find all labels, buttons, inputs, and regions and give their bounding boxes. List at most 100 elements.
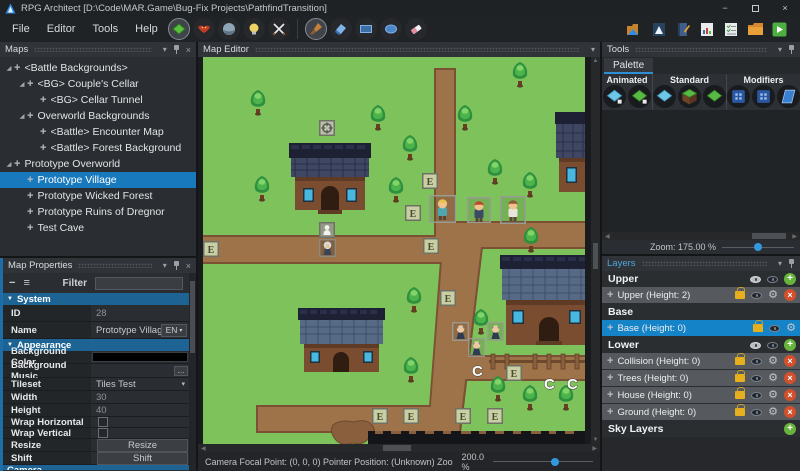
name-value[interactable]: Prototype Village EN▾ (91, 322, 189, 338)
lock-icon[interactable] (735, 357, 745, 365)
world-tool-button[interactable] (218, 18, 240, 40)
npc-event-marker[interactable] (319, 222, 335, 238)
brush-tool-button[interactable] (305, 18, 327, 40)
gear-icon[interactable]: ⚙ (768, 407, 778, 418)
rectangle-tool-button[interactable] (355, 18, 377, 40)
tree-expander-icon[interactable]: ◢ (4, 160, 14, 168)
close-icon[interactable]: × (186, 45, 191, 55)
add-layer-button[interactable]: + (784, 423, 796, 435)
layer-row-trees[interactable]: +Trees (Height: 0)⚙× (602, 370, 800, 386)
close-icon[interactable]: × (186, 261, 191, 271)
id-value[interactable]: 28 (91, 305, 189, 321)
tree-expander-icon[interactable]: ◢ (17, 112, 27, 120)
gear-icon[interactable]: ⚙ (768, 373, 778, 384)
menu-help[interactable]: Help (127, 20, 166, 38)
event-marker[interactable]: E (487, 408, 503, 424)
save-project-button[interactable] (650, 21, 668, 37)
fill-tool-button[interactable] (330, 18, 352, 40)
add-layer-button[interactable]: + (784, 273, 796, 285)
chevron-down-icon[interactable]: ▾ (591, 45, 595, 54)
delete-layer-icon[interactable]: × (784, 389, 796, 401)
open-project-button[interactable] (626, 21, 644, 37)
palette-scrollbar[interactable]: ◀▶ (602, 232, 800, 240)
maps-tree-item[interactable]: ◢+<BG> Couple's Cellar (0, 76, 196, 92)
eye-icon[interactable] (751, 392, 762, 399)
scroll-down-icon[interactable]: ▼ (593, 437, 599, 443)
filter-input[interactable] (95, 277, 183, 290)
background-color-value[interactable] (91, 351, 189, 363)
maps-tree-item[interactable]: +Prototype Ruins of Dregnor (0, 204, 196, 220)
lock-icon[interactable] (753, 324, 763, 332)
properties-scrollbar[interactable] (189, 273, 196, 471)
water-anim-tile-button[interactable] (603, 85, 626, 108)
layer-group-base[interactable]: Base (602, 304, 800, 320)
menu-editor[interactable]: Editor (39, 20, 84, 38)
event-marker[interactable]: E (455, 408, 471, 424)
eye-icon[interactable] (769, 325, 780, 332)
browse-music-button[interactable]: ... (174, 366, 188, 376)
grass-flat-tile-button[interactable] (703, 85, 726, 108)
collapse-all-icon[interactable]: − (9, 277, 15, 289)
water-flat-tile-button[interactable] (653, 85, 676, 108)
eye-icon[interactable] (751, 375, 762, 382)
panel-grip[interactable] (34, 47, 151, 52)
grass-cube-tile-button[interactable] (678, 85, 701, 108)
pin-icon[interactable] (173, 261, 180, 270)
battle-tool-button[interactable] (268, 18, 290, 40)
gear-icon[interactable]: ⚙ (786, 323, 796, 334)
monsters-tool-button[interactable] (193, 18, 215, 40)
events-tool-button[interactable] (243, 18, 265, 40)
checklist-button[interactable] (722, 21, 740, 37)
panel-grip[interactable] (255, 47, 580, 52)
panel-grip[interactable] (78, 263, 151, 268)
event-marker[interactable]: E (506, 365, 522, 381)
language-dropdown[interactable]: EN▾ (161, 324, 187, 337)
event-marker[interactable]: E (405, 205, 421, 221)
chevron-down-icon[interactable]: ▾ (163, 261, 167, 270)
layer-row-house[interactable]: +House (Height: 0)⚙× (602, 387, 800, 403)
tree-expander-icon[interactable]: ◢ (4, 64, 14, 72)
delete-layer-icon[interactable]: × (784, 289, 796, 301)
panel-grip[interactable] (635, 47, 767, 52)
map-canvas[interactable]: EEEEEEEEEECCCC (203, 57, 585, 444)
scroll-left-icon[interactable]: ◀ (605, 233, 610, 240)
close-button[interactable]: × (770, 0, 800, 16)
add-layer-button[interactable]: + (784, 339, 796, 351)
delete-layer-icon[interactable]: × (784, 372, 796, 384)
pin-icon[interactable] (788, 259, 795, 268)
gear-icon[interactable]: ⚙ (768, 356, 778, 367)
layer-group-sky-layers[interactable]: Sky Layers+ (602, 421, 800, 437)
layer-row-upper[interactable]: +Upper (Height: 2)⚙× (602, 287, 800, 303)
chevron-down-icon[interactable]: ▾ (163, 45, 167, 54)
section-system[interactable]: ▼System (3, 293, 189, 305)
category-view-icon[interactable]: ≡ (23, 277, 29, 289)
maps-tree-item[interactable]: +Test Cave (0, 220, 196, 236)
hooded-character[interactable] (320, 240, 336, 257)
map-zoom-slider[interactable] (493, 457, 593, 467)
browse-folder-button[interactable] (746, 21, 764, 37)
resize-button[interactable]: Resize (97, 439, 188, 452)
layer-group-upper[interactable]: Upper+ (602, 271, 800, 287)
maps-tree-item[interactable]: ◢+<Battle Backgrounds> (0, 60, 196, 76)
map-tool-button[interactable] (168, 18, 190, 40)
chevron-down-icon[interactable]: ▾ (778, 259, 782, 268)
play-test-button[interactable] (770, 21, 788, 37)
monk-character[interactable] (453, 323, 469, 341)
event-marker[interactable]: E (203, 241, 219, 257)
layer-group-lower[interactable]: Lower+ (602, 337, 800, 353)
mod-b-tile-button[interactable] (752, 85, 775, 108)
eraser-tool-button[interactable] (405, 18, 427, 40)
tab-palette[interactable]: Palette (604, 58, 653, 74)
event-marker[interactable]: E (422, 173, 438, 189)
panel-grip[interactable] (642, 261, 767, 266)
layer-row-collision[interactable]: +Collision (Height: 0)⚙× (602, 353, 800, 369)
grass-anim-tile-button[interactable] (628, 85, 651, 108)
event-marker[interactable]: E (403, 408, 419, 424)
layer-row-base[interactable]: +Base (Height: 0)⚙ (602, 320, 800, 336)
mod-ramp-tile-button[interactable] (777, 85, 800, 108)
pin-icon[interactable] (788, 45, 795, 54)
visibility-all-icon[interactable] (750, 342, 761, 349)
wrap-vertical-checkbox[interactable] (98, 428, 108, 438)
event-marker[interactable]: E (372, 408, 388, 424)
scroll-right-icon[interactable]: ▶ (792, 233, 797, 240)
